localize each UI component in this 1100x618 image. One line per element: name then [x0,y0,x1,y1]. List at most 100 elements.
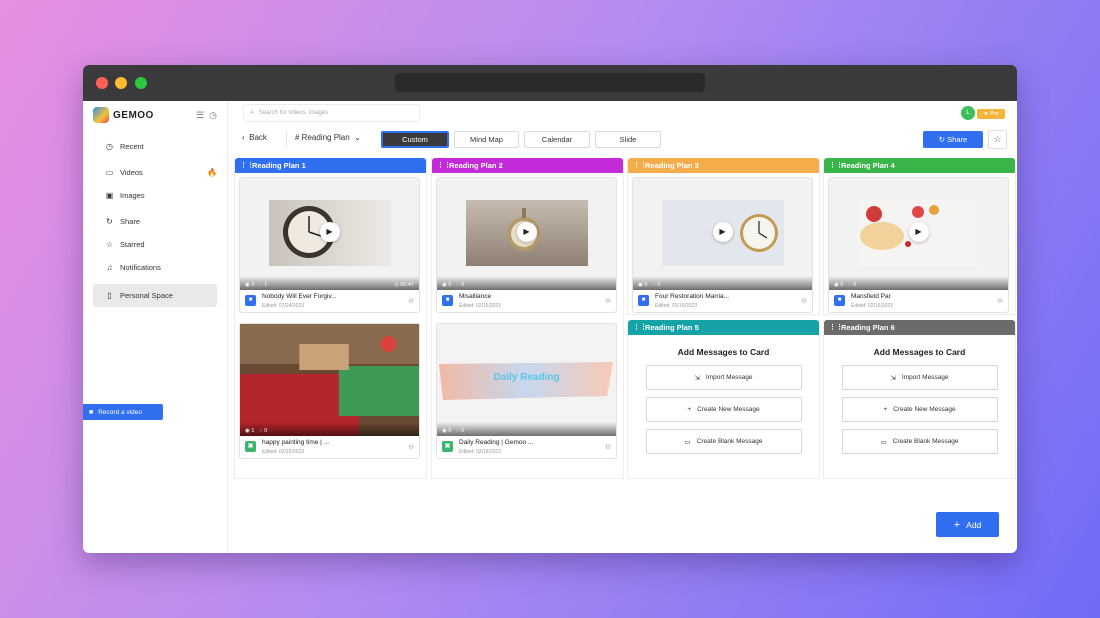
create-new-message-button[interactable]: + Create New Message [645,397,802,422]
card-edited-date: Edited: 07/24/2023 [262,303,304,309]
card-title[interactable]: Daily Reading | Gemoo ... [459,439,533,446]
card-thumbnail[interactable]: Daily Reading ◉ 0 ◌ 0 [437,324,616,436]
star-icon: ☆ [993,134,1002,144]
board-name: # Reading Plan [295,133,350,142]
card-image[interactable]: ◉ 1 ◌ 0 ▣ happy painting time | ... Edit… [239,323,420,459]
card-image[interactable]: Daily Reading ◉ 0 ◌ 0 ▣ Daily Reading | … [436,323,617,459]
card-title[interactable]: Mansfield Par [851,293,891,300]
views-icon: ◉ 1 [245,428,255,434]
card-video[interactable]: ▶ ◉ 0 ◌ 0 ■ Mansfield Par Edited: 02/16/… [828,177,1009,313]
sidebar-item-notifications[interactable]: ♫ Notifications [83,256,227,279]
card-video[interactable]: ▶ ◉ 0 ◌ 0 ■ Four Restoration Marria... E… [632,177,813,313]
pro-badge[interactable]: ★ Pro [977,109,1005,119]
tab-custom[interactable]: Custom [381,131,449,148]
comments-icon: ◌ 0 [848,282,857,288]
card-edited-date: Edited: 02/16/2023 [262,449,304,455]
more-options-icon[interactable]: ⊖ [408,443,414,451]
bell-icon: ♫ [106,263,113,272]
card-thumbnail[interactable]: ▶ ◉ 0 ◌ 1 ◷ 00:47 [240,178,419,290]
card-thumbnail[interactable]: ▶ ◉ 0 ◌ 0 [633,178,812,290]
views-icon: ◉ 0 [834,282,844,288]
app-logo-text: GEMOO [113,109,154,121]
column-header[interactable]: ⋮⋮ Reading Plan 3 [628,158,819,173]
banner-text: Daily Reading [493,372,560,383]
board-selector[interactable]: # Reading Plan ⌄ [295,133,361,142]
message-icon: ▭ [880,438,887,446]
column-header[interactable]: ⋮⋮ Reading Plan 2 [432,158,623,173]
card-video[interactable]: ▶ ◉ 0 ◌ 0 ■ Misalliance Edited: 02/16/20… [436,177,617,313]
play-icon[interactable]: ▶ [908,222,929,242]
back-button[interactable]: ‹ Back [242,133,267,142]
search-input[interactable]: ⌕ Search for videos, images [243,104,420,122]
more-options-icon[interactable]: ⊖ [605,443,611,451]
history-icon[interactable]: ◷ [209,110,217,121]
sidebar-item-share[interactable]: ↻ Share [83,210,227,233]
avatar[interactable]: L [961,106,975,120]
plus-icon: + [687,406,692,413]
column-title: Reading Plan 6 [841,323,895,332]
create-blank-message-button[interactable]: ▭ Create Blank Message [841,429,998,454]
tab-calendar[interactable]: Calendar [524,131,590,148]
import-message-label: Import Message [705,374,753,381]
create-blank-message-button[interactable]: ▭ Create Blank Message [645,429,802,454]
record-video-button[interactable]: ■ Record a video [83,404,163,420]
share-button[interactable]: ↻ Share [923,131,983,148]
column-header[interactable]: ⋮⋮ Reading Plan 4 [824,158,1015,173]
more-options-icon[interactable]: ⊖ [801,297,807,305]
column-header[interactable]: ⋮⋮ Reading Plan 5 [628,320,819,335]
sidebar-item-images[interactable]: ▣ Images [83,184,227,207]
card-title[interactable]: Nobody Will Ever Forgiv... [262,293,337,300]
card-stats: ◉ 0 ◌ 0 [437,276,616,290]
minimize-window-button[interactable] [115,77,127,89]
add-button[interactable]: + Add [936,512,999,537]
card-title[interactable]: happy painting time | ... [262,439,329,446]
card-thumbnail[interactable]: ▶ ◉ 0 ◌ 0 [437,178,616,290]
card-title[interactable]: Four Restoration Marria... [655,293,729,300]
grid-icon: ⋮⋮ [240,161,254,169]
more-options-icon[interactable]: ⊖ [605,297,611,305]
card-thumbnail[interactable]: ◉ 1 ◌ 0 [240,324,419,436]
create-blank-message-label: Create Blank Message [892,438,959,445]
card-video[interactable]: ▶ ◉ 0 ◌ 1 ◷ 00:47 ■ Nobody Will Ever For… [239,177,420,313]
views-icon: ◉ 0 [638,282,648,288]
sidebar-item-recent[interactable]: ◷ Recent [83,135,227,158]
column-header[interactable]: ⋮⋮ Reading Plan 6 [824,320,1015,335]
back-label: Back [249,133,267,142]
maximize-window-button[interactable] [135,77,147,89]
app-logo-icon [93,107,109,123]
column-title: Reading Plan 3 [645,161,699,170]
tab-mind-map[interactable]: Mind Map [454,131,519,148]
tab-slide[interactable]: Slide [595,131,661,148]
import-icon: ⇲ [694,374,700,382]
card-thumbnail[interactable]: ▶ ◉ 0 ◌ 0 [829,178,1008,290]
star-button[interactable]: ☆ [988,130,1007,149]
address-bar[interactable] [395,73,705,92]
video-type-icon: ■ [245,295,256,306]
video-type-icon: ■ [638,295,649,306]
video-icon: ▭ [105,168,114,177]
more-options-icon[interactable]: ⊖ [997,297,1003,305]
create-new-message-label: Create New Message [893,406,956,413]
play-icon[interactable]: ▶ [516,222,537,242]
column-header[interactable]: ⋮⋮ Reading Plan 1 [235,158,426,173]
sidebar-item-label: Personal Space [120,291,173,300]
create-new-message-button[interactable]: + Create New Message [841,397,998,422]
card-edited-date: Edited: 02/16/2023 [459,449,501,455]
card-title[interactable]: Misalliance [459,293,491,300]
add-label: Add [966,519,982,530]
play-icon[interactable]: ▶ [712,222,733,242]
sidebar-item-label: Videos [120,168,143,177]
share-icon: ↻ [106,217,113,226]
menu-icon[interactable]: ☰ [196,110,204,121]
play-icon[interactable]: ▶ [319,222,340,242]
more-options-icon[interactable]: ⊖ [408,297,414,305]
sidebar-item-personal-space[interactable]: ▯ Personal Space [93,284,217,307]
close-window-button[interactable] [96,77,108,89]
sidebar-item-videos[interactable]: ▭ Videos 🔥 [83,161,227,184]
import-message-button[interactable]: ⇲ Import Message [645,365,802,390]
add-messages-title: Add Messages to Card [873,347,966,357]
column-title: Reading Plan 2 [449,161,503,170]
card-edited-date: Edited: 02/16/2023 [459,303,501,309]
import-message-button[interactable]: ⇲ Import Message [841,365,998,390]
sidebar-item-starred[interactable]: ☆ Starred [83,233,227,256]
